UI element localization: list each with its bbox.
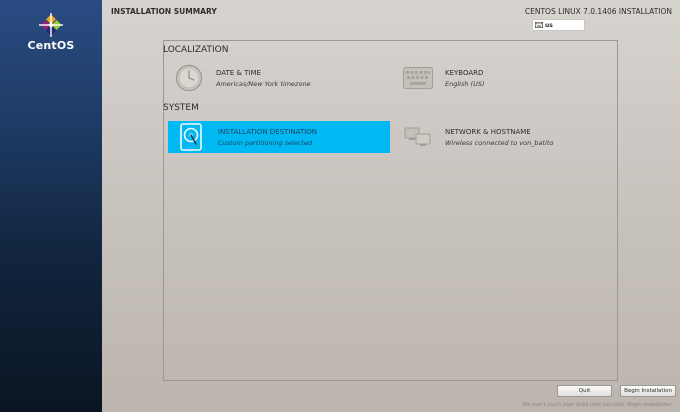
keyboard-icon <box>403 63 433 93</box>
spoke-title: INSTALLATION DESTINATION <box>218 127 317 136</box>
spoke-title: KEYBOARD <box>445 68 484 77</box>
spoke-network-hostname[interactable]: NETWORK & HOSTNAME Wireless connected to… <box>395 121 617 153</box>
product-title: CENTOS LINUX 7.0.1406 INSTALLATION <box>524 7 672 16</box>
hard-disk-icon <box>176 122 206 152</box>
begin-installation-button[interactable]: Begin Installation <box>620 385 676 397</box>
spoke-status: Wireless connected to von_batito <box>445 138 554 147</box>
spoke-installation-destination[interactable]: INSTALLATION DESTINATION Custom partitio… <box>168 121 390 153</box>
spoke-keyboard[interactable]: KEYBOARD English (US) <box>395 62 617 94</box>
keyboard-icon <box>535 22 543 28</box>
centos-logo: CentOS <box>0 13 102 52</box>
quit-button[interactable]: Quit <box>557 385 612 397</box>
spoke-date-time[interactable]: DATE & TIME Americas/New York timezone <box>166 62 391 94</box>
clock-icon <box>174 63 204 93</box>
footer-note: We won't touch your disks until you clic… <box>522 402 674 408</box>
system-heading: SYSTEM <box>163 103 199 113</box>
keyboard-layout-label: us <box>545 21 553 29</box>
spoke-status: English (US) <box>445 79 485 88</box>
main-area: INSTALLATION SUMMARY CENTOS LINUX 7.0.14… <box>102 0 680 412</box>
localization-heading: LOCALIZATION <box>163 45 229 55</box>
spoke-status: Custom partitioning selected <box>218 138 313 147</box>
page-title: INSTALLATION SUMMARY <box>111 7 217 16</box>
spoke-title: DATE & TIME <box>216 68 261 77</box>
keyboard-layout-indicator[interactable]: us <box>532 19 585 31</box>
network-icon <box>403 122 433 152</box>
sidebar: CentOS <box>0 0 102 412</box>
spoke-title: NETWORK & HOSTNAME <box>445 127 531 136</box>
brand-name: CentOS <box>27 39 75 52</box>
spoke-status: Americas/New York timezone <box>216 79 311 88</box>
centos-logo-icon <box>39 13 63 37</box>
